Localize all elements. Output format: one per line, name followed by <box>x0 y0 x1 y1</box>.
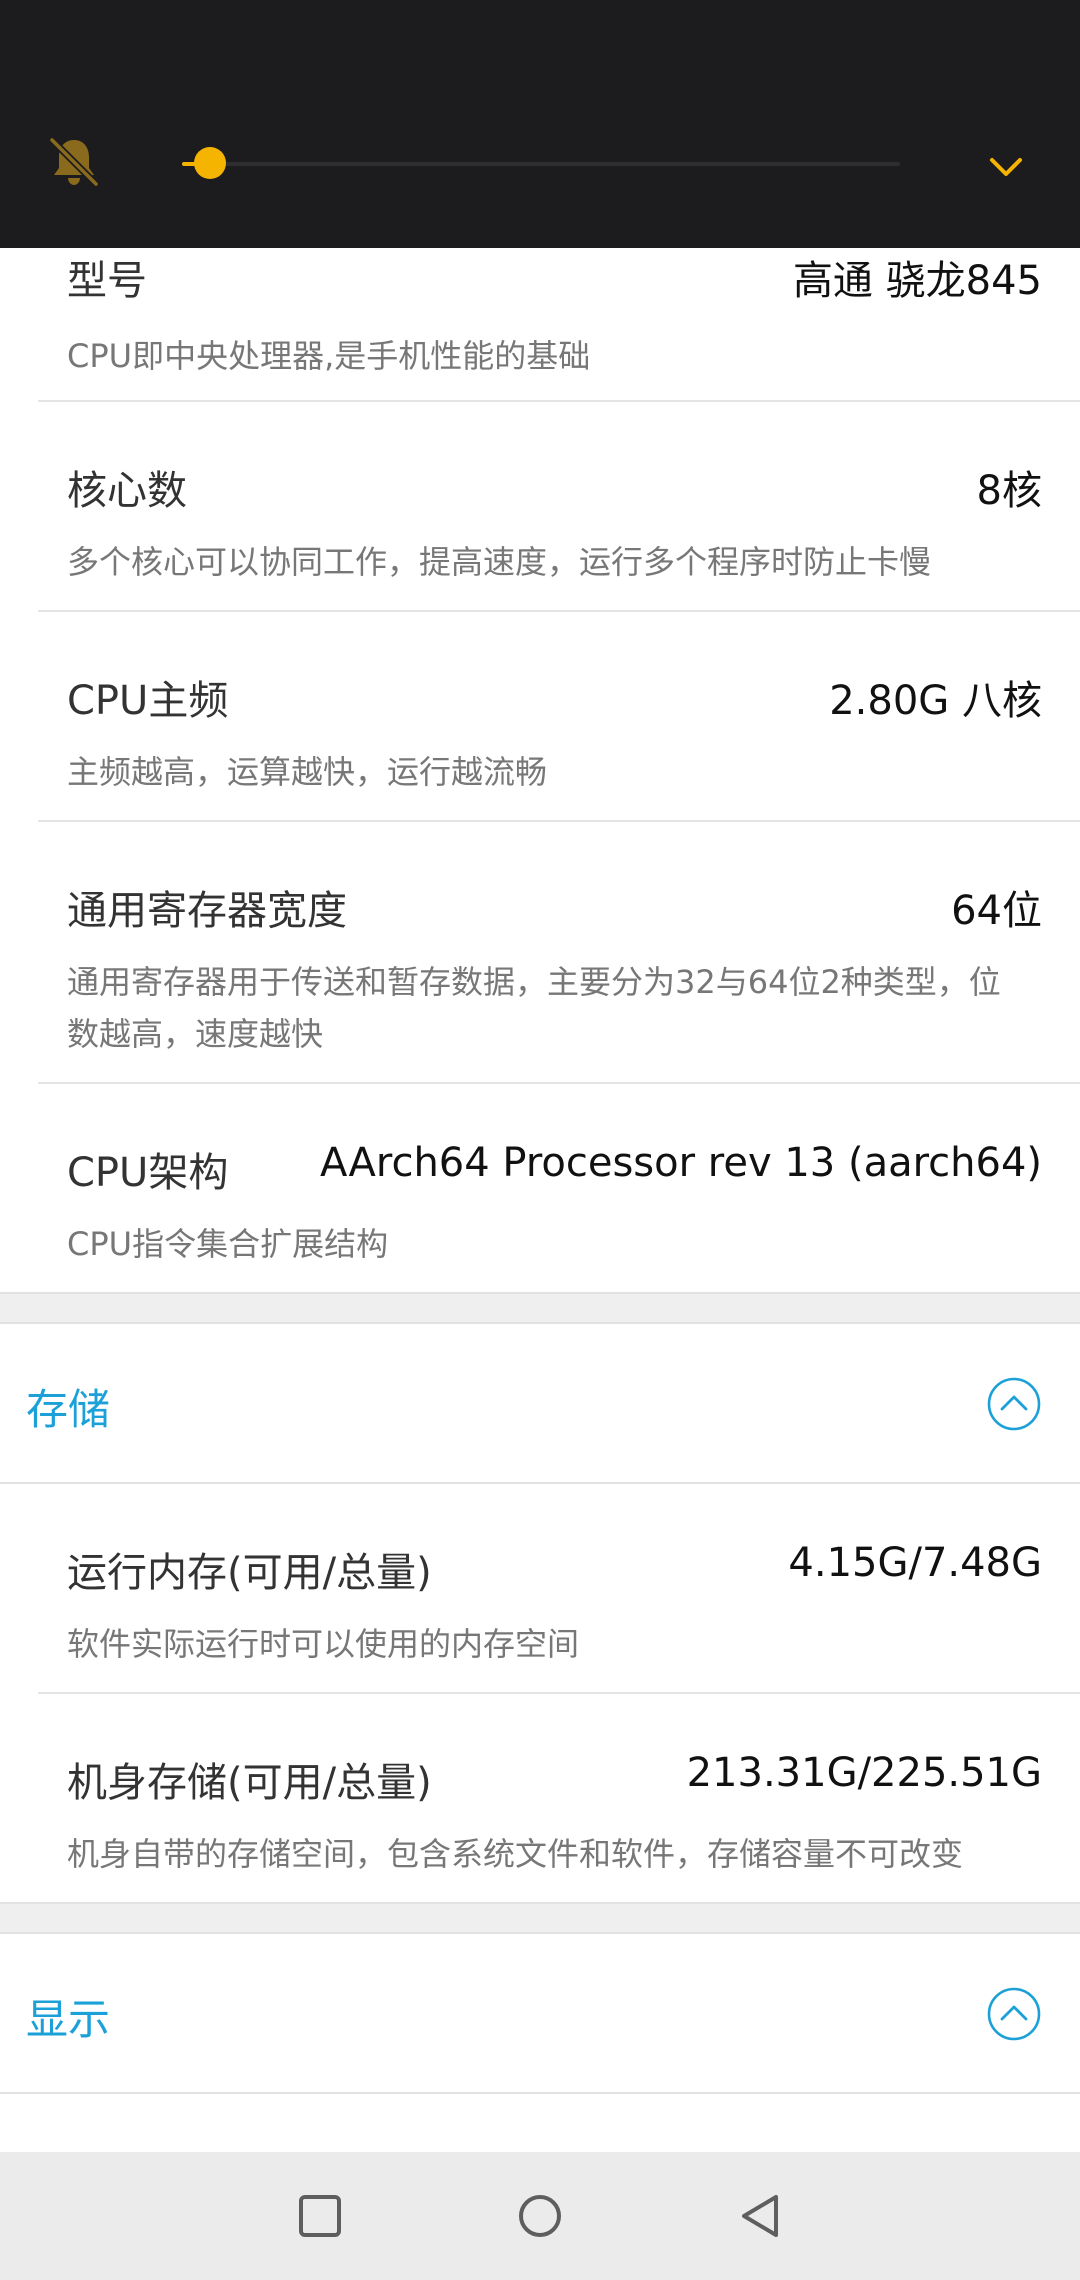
section-title: 存储 <box>26 1385 111 1434</box>
circle-icon[interactable] <box>516 2192 564 2240</box>
volume-panel <box>0 0 1080 248</box>
section-divider <box>0 1292 1080 1324</box>
row-label: 运行内存(可用/总量) <box>67 1550 432 1596</box>
row-value: AArch64 Processor rev 13 (aarch64) <box>320 1140 1042 1186</box>
row-description: 机身自带的存储空间，包含系统文件和软件，存储容量不可改变 <box>67 1835 964 1873</box>
row-description: 主频越高，运算越快，运行越流畅 <box>67 753 548 791</box>
ram-row: 运行内存(可用/总量) 4.15G/7.48G 软件实际运行时可以使用的内存空间 <box>38 1484 1080 1694</box>
volume-slider-track[interactable] <box>182 162 900 166</box>
bell-muted-icon[interactable] <box>44 132 104 192</box>
section-title: 显示 <box>26 1995 111 2044</box>
row-label: 型号 <box>67 258 147 304</box>
triangle-back-icon[interactable] <box>736 2192 784 2240</box>
row-label: CPU主频 <box>67 678 229 724</box>
row-value: 213.31G/225.51G <box>686 1750 1042 1796</box>
volume-slider-thumb[interactable] <box>194 147 227 179</box>
row-description: CPU即中央处理器,是手机性能的基础 <box>67 337 591 375</box>
device-info-content: 型号 高通 骁龙845 CPU即中央处理器,是手机性能的基础 核心数 8核 多个… <box>0 0 1080 2152</box>
display-section-header[interactable]: 显示 <box>0 1934 1080 2094</box>
row-value: 8核 <box>976 468 1042 514</box>
cpu-model-row: 型号 高通 骁龙845 CPU即中央处理器,是手机性能的基础 <box>38 232 1080 402</box>
row-value: 2.80G 八核 <box>829 678 1042 724</box>
cpu-cores-row: 核心数 8核 多个核心可以协同工作，提高速度，运行多个程序时防止卡慢 <box>38 402 1080 612</box>
storage-section-header[interactable]: 存储 <box>0 1324 1080 1484</box>
register-width-row: 通用寄存器宽度 64位 通用寄存器用于传送和暂存数据，主要分为32与64位2种类… <box>38 822 1080 1084</box>
row-value: 64位 <box>951 888 1042 934</box>
navigation-bar <box>0 2152 1080 2280</box>
chevron-down-icon[interactable] <box>984 148 1028 184</box>
internal-storage-row: 机身存储(可用/总量) 213.31G/225.51G 机身自带的存储空间，包含… <box>38 1694 1080 1902</box>
square-icon[interactable] <box>296 2192 344 2240</box>
chevron-up-circle-icon[interactable] <box>986 1986 1042 2042</box>
row-label: CPU架构 <box>67 1150 229 1196</box>
chevron-up-circle-icon[interactable] <box>986 1376 1042 1432</box>
cpu-architecture-row: CPU架构 AArch64 Processor rev 13 (aarch64)… <box>38 1084 1080 1294</box>
row-label: 核心数 <box>67 468 187 514</box>
row-description: 软件实际运行时可以使用的内存空间 <box>67 1625 580 1663</box>
row-label: 机身存储(可用/总量) <box>67 1760 432 1806</box>
cpu-frequency-row: CPU主频 2.80G 八核 主频越高，运算越快，运行越流畅 <box>38 612 1080 822</box>
row-value: 4.15G/7.48G <box>788 1540 1042 1586</box>
row-value: 高通 骁龙845 <box>792 258 1042 304</box>
row-description: 多个核心可以协同工作，提高速度，运行多个程序时防止卡慢 <box>67 543 932 581</box>
section-divider <box>0 1902 1080 1934</box>
row-description: 通用寄存器用于传送和暂存数据，主要分为32与64位2种类型，位数越高，速度越快 <box>67 963 1001 1053</box>
row-label: 通用寄存器宽度 <box>67 888 347 934</box>
row-description: CPU指令集合扩展结构 <box>67 1225 389 1263</box>
